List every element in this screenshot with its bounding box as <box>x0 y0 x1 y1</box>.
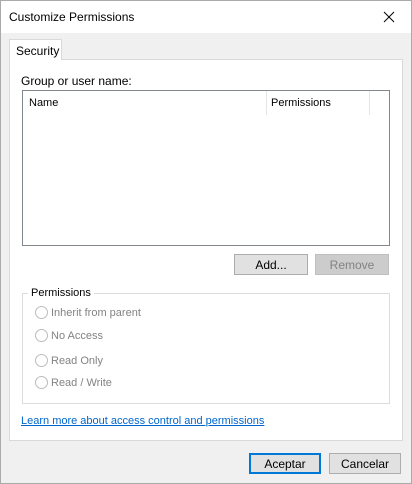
tab-security-label: Security <box>16 44 60 58</box>
radio-read-only[interactable]: Read Only <box>35 354 103 367</box>
radio-label: No Access <box>51 329 103 342</box>
access-control-help-link[interactable]: Learn more about access control and perm… <box>21 415 264 427</box>
radio-circle-icon <box>35 354 48 367</box>
column-separator[interactable] <box>266 91 267 115</box>
radio-label: Read Only <box>51 354 103 367</box>
add-button[interactable]: Add... <box>234 254 308 275</box>
radio-inherit-from-parent[interactable]: Inherit from parent <box>35 306 141 319</box>
cancel-button[interactable]: Cancelar <box>329 453 401 474</box>
radio-label: Read / Write <box>51 376 112 389</box>
dialog-title: Customize Permissions <box>9 10 135 24</box>
tab-security[interactable]: Security <box>9 39 62 60</box>
ok-button[interactable]: Aceptar <box>249 453 321 474</box>
radio-circle-icon <box>35 329 48 342</box>
radio-read-write[interactable]: Read / Write <box>35 376 112 389</box>
radio-label: Inherit from parent <box>51 306 141 319</box>
close-icon <box>383 11 395 23</box>
remove-button[interactable]: Remove <box>315 254 389 275</box>
group-or-user-label: Group or user name: <box>21 74 132 88</box>
radio-circle-icon <box>35 376 48 389</box>
radio-no-access[interactable]: No Access <box>35 329 103 342</box>
column-separator[interactable] <box>369 91 370 115</box>
column-header-permissions[interactable]: Permissions <box>271 91 331 115</box>
permissions-group-title: Permissions <box>28 287 94 299</box>
close-button[interactable] <box>367 1 411 33</box>
column-header-name[interactable]: Name <box>29 91 58 115</box>
radio-circle-icon <box>35 306 48 319</box>
group-user-list[interactable]: Name Permissions <box>22 90 390 246</box>
title-bar: Customize Permissions <box>1 1 411 33</box>
